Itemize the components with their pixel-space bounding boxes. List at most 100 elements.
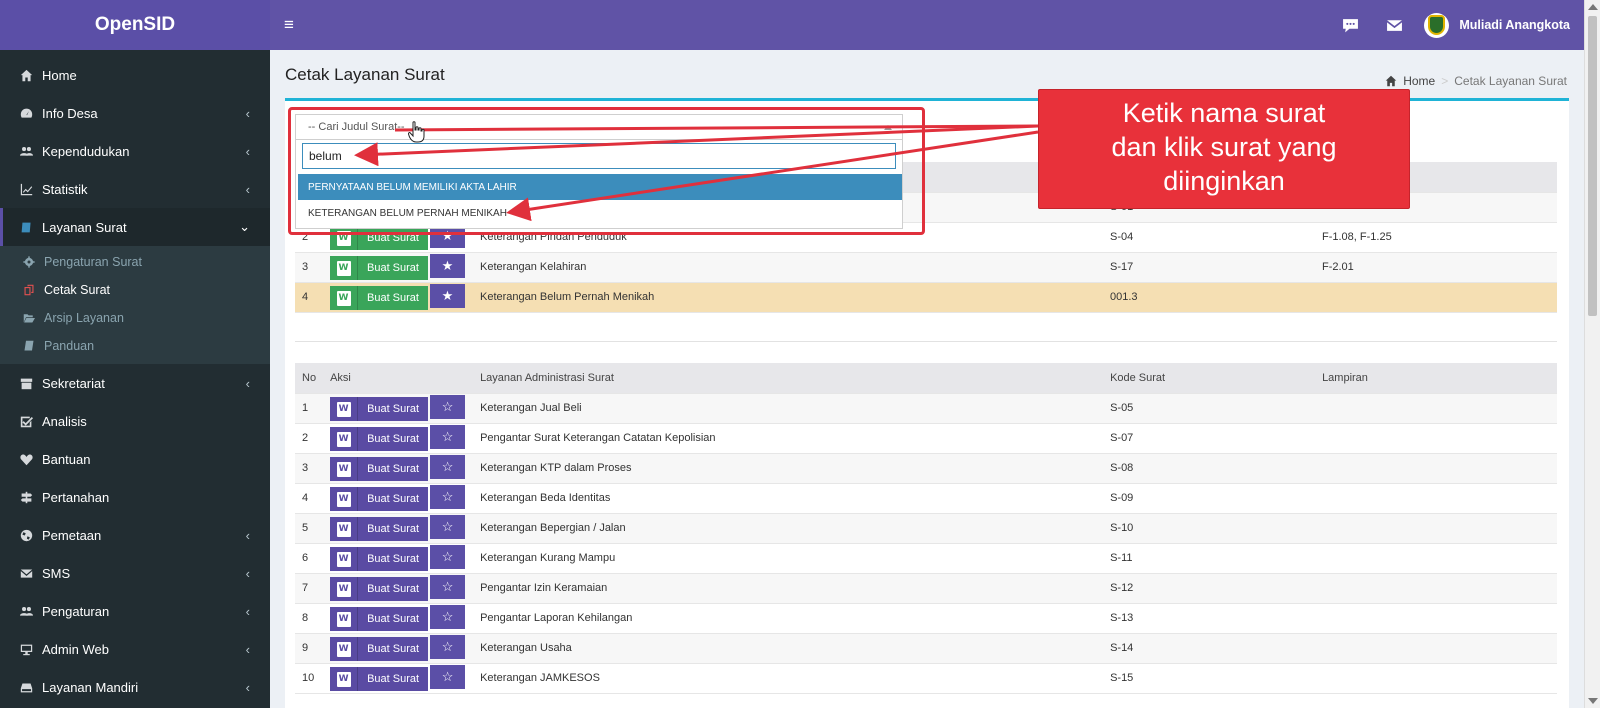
star-outline-icon[interactable]: ☆ (430, 395, 466, 419)
table-row: 8 W Buat Surat ☆ Pengantar Laporan Kehilanga… (295, 603, 1557, 634)
scrollbar-thumb[interactable] (1588, 16, 1597, 316)
breadcrumb-separator: > (1441, 74, 1449, 88)
star-outline-icon[interactable]: ☆ (430, 455, 466, 479)
page-scrollbar[interactable] (1584, 0, 1600, 708)
scroll-up-icon[interactable] (1588, 4, 1598, 10)
sidebar-item-label: Home (42, 67, 77, 83)
column-header-lampiran[interactable]: Lampiran (1315, 363, 1557, 394)
envelope-icon[interactable] (1372, 17, 1416, 34)
sidebar-item-sekretariat[interactable]: Sekretariat ‹ (0, 364, 270, 402)
star-outline-icon[interactable]: ☆ (430, 665, 466, 689)
sidebar-item-label: Layanan Mandiri (42, 679, 139, 695)
chevron-left-icon: ‹ (245, 527, 250, 543)
sidebar-subitem-cetak-surat[interactable]: Cetak Surat (0, 276, 270, 304)
sidebar-item-layanan-mandiri[interactable]: Layanan Mandiri ‹ (0, 668, 270, 706)
star-outline-icon[interactable]: ☆ (430, 485, 466, 509)
sidebar-subitem-arsip-layanan[interactable]: Arsip Layanan (0, 304, 270, 332)
sidebar-item-sms[interactable]: SMS ‹ (0, 554, 270, 592)
star-filled-icon[interactable]: ★ (430, 284, 465, 308)
star-outline-icon[interactable]: ☆ (430, 635, 466, 659)
sidebar-subitem-panduan[interactable]: Panduan (0, 332, 270, 360)
sidebar-item-kependudukan[interactable]: Kependudukan ‹ (0, 132, 270, 170)
word-icon: W (330, 427, 359, 451)
sidebar-item-statistik[interactable]: Statistik ‹ (0, 170, 270, 208)
sidebar-item-analisis[interactable]: Analisis (0, 402, 270, 440)
sidebar-item-pemetaan[interactable]: Pemetaan ‹ (0, 516, 270, 554)
cell-nama-surat: Pengantar Surat Keterangan Catatan Kepol… (473, 423, 1104, 454)
sidebar-item-bantuan[interactable]: Bantuan (0, 440, 270, 478)
buat-surat-button[interactable]: WBuat Surat (330, 577, 429, 601)
sidebar-subitem-label: Panduan (44, 339, 95, 353)
chevron-left-icon: ‹ (245, 679, 250, 695)
table-row: 9 W Buat Surat ☆ Keterangan Usaha S-14 (295, 633, 1557, 664)
sidebar-item-pengaturan[interactable]: Pengaturan ‹ (0, 592, 270, 630)
buat-surat-label: Buat Surat (358, 256, 428, 280)
cell-aksi: W Buat Surat ☆ (323, 603, 474, 634)
cell-kode-surat: S-04 (1103, 222, 1315, 253)
search-input[interactable] (302, 143, 896, 169)
buat-surat-button[interactable]: WBuat Surat (330, 457, 429, 481)
star-outline-icon[interactable]: ☆ (430, 515, 466, 539)
star-outline-icon[interactable]: ☆ (430, 575, 466, 599)
star-filled-icon[interactable]: ★ (430, 254, 465, 278)
desktop-icon (18, 643, 34, 656)
sidebar-toggle-button[interactable]: ≡ (270, 15, 310, 35)
cell-lampiran: F-2.01 (1315, 252, 1557, 283)
cell-no: 1 (295, 393, 324, 424)
buat-surat-button[interactable]: WBuat Surat (330, 397, 429, 421)
dropdown-option[interactable]: KETERANGAN BELUM PERNAH MENIKAH (298, 200, 902, 226)
word-icon: W (330, 547, 359, 571)
callout-line: Ketik nama surat (1122, 98, 1326, 128)
buat-surat-button[interactable]: WBuat Surat (330, 667, 429, 691)
buat-surat-button[interactable]: WBuat Surat (330, 607, 429, 631)
sidebar-item-pertanahan[interactable]: Pertanahan (0, 478, 270, 516)
cell-kode-surat: S-14 (1103, 633, 1316, 664)
chevron-left-icon: ‹ (245, 565, 250, 581)
sidebar-item-label: Pertanahan (42, 489, 110, 505)
word-icon: W (330, 577, 359, 601)
sidebar-item-layanan-surat[interactable]: Layanan Surat ⌄ (0, 208, 270, 246)
buat-surat-label: Buat Surat (358, 427, 429, 451)
users-cog-icon (18, 605, 34, 618)
star-outline-icon[interactable]: ☆ (430, 605, 466, 629)
letter-search-select[interactable]: -- Cari Judul Surat-- (295, 114, 903, 140)
user-menu[interactable]: Muliadi Anangkota (1424, 12, 1570, 38)
word-icon: W (330, 397, 359, 421)
buat-surat-button[interactable]: WBuat Surat (330, 517, 429, 541)
dropdown-option[interactable]: PERNYATAAN BELUM MEMILIKI AKTA LAHIR (298, 174, 902, 200)
caret-up-icon (884, 125, 892, 130)
scroll-down-icon[interactable] (1588, 698, 1598, 704)
app-logo[interactable]: OpenSID (0, 0, 270, 50)
table-row: 5 W Buat Surat ☆ Keterangan Bepergian / Jala… (295, 513, 1557, 544)
sidebar-item-admin-web[interactable]: Admin Web ‹ (0, 630, 270, 668)
buat-surat-button[interactable]: WBuat Surat (330, 637, 429, 661)
buat-surat-button[interactable]: WBuat Surat (330, 547, 429, 571)
cell-kode-surat: S-12 (1103, 573, 1316, 604)
column-header-no: No (295, 363, 324, 394)
cell-no: 3 (295, 453, 324, 484)
sidebar-item-home[interactable]: Home (0, 56, 270, 94)
buat-surat-button[interactable]: WBuat Surat (330, 256, 428, 280)
column-header-layanan: Layanan Administrasi Surat (473, 363, 1104, 394)
buat-surat-button[interactable]: WBuat Surat (330, 487, 429, 511)
cell-lampiran (1315, 453, 1557, 484)
breadcrumb-home-link[interactable]: Home (1403, 74, 1435, 88)
comments-icon[interactable] (1328, 17, 1372, 34)
sidebar-item-info-desa[interactable]: Info Desa ‹ (0, 94, 270, 132)
cell-nama-surat: Keterangan Kurang Mampu (473, 543, 1104, 574)
table-row: 3 W Buat Surat ★ Keterangan Kelahiran S-17 F-2… (295, 252, 1557, 283)
buat-surat-label: Buat Surat (358, 667, 429, 691)
buat-surat-button[interactable]: WBuat Surat (330, 226, 428, 250)
chevron-left-icon: ‹ (245, 181, 250, 197)
star-outline-icon[interactable]: ☆ (430, 425, 466, 449)
select-placeholder: -- Cari Judul Surat-- (308, 121, 405, 133)
sidebar-item-label: Statistik (42, 181, 88, 197)
buat-surat-button[interactable]: WBuat Surat (330, 286, 428, 310)
sidebar-subitem-pengaturan-surat[interactable]: Pengaturan Surat (0, 248, 270, 276)
cell-aksi: W Buat Surat ☆ (323, 393, 474, 424)
cell-lampiran (1315, 603, 1557, 634)
gear-icon (21, 256, 37, 268)
star-outline-icon[interactable]: ☆ (430, 545, 466, 569)
sidebar-subitem-label: Cetak Surat (44, 283, 111, 297)
buat-surat-button[interactable]: WBuat Surat (330, 427, 429, 451)
